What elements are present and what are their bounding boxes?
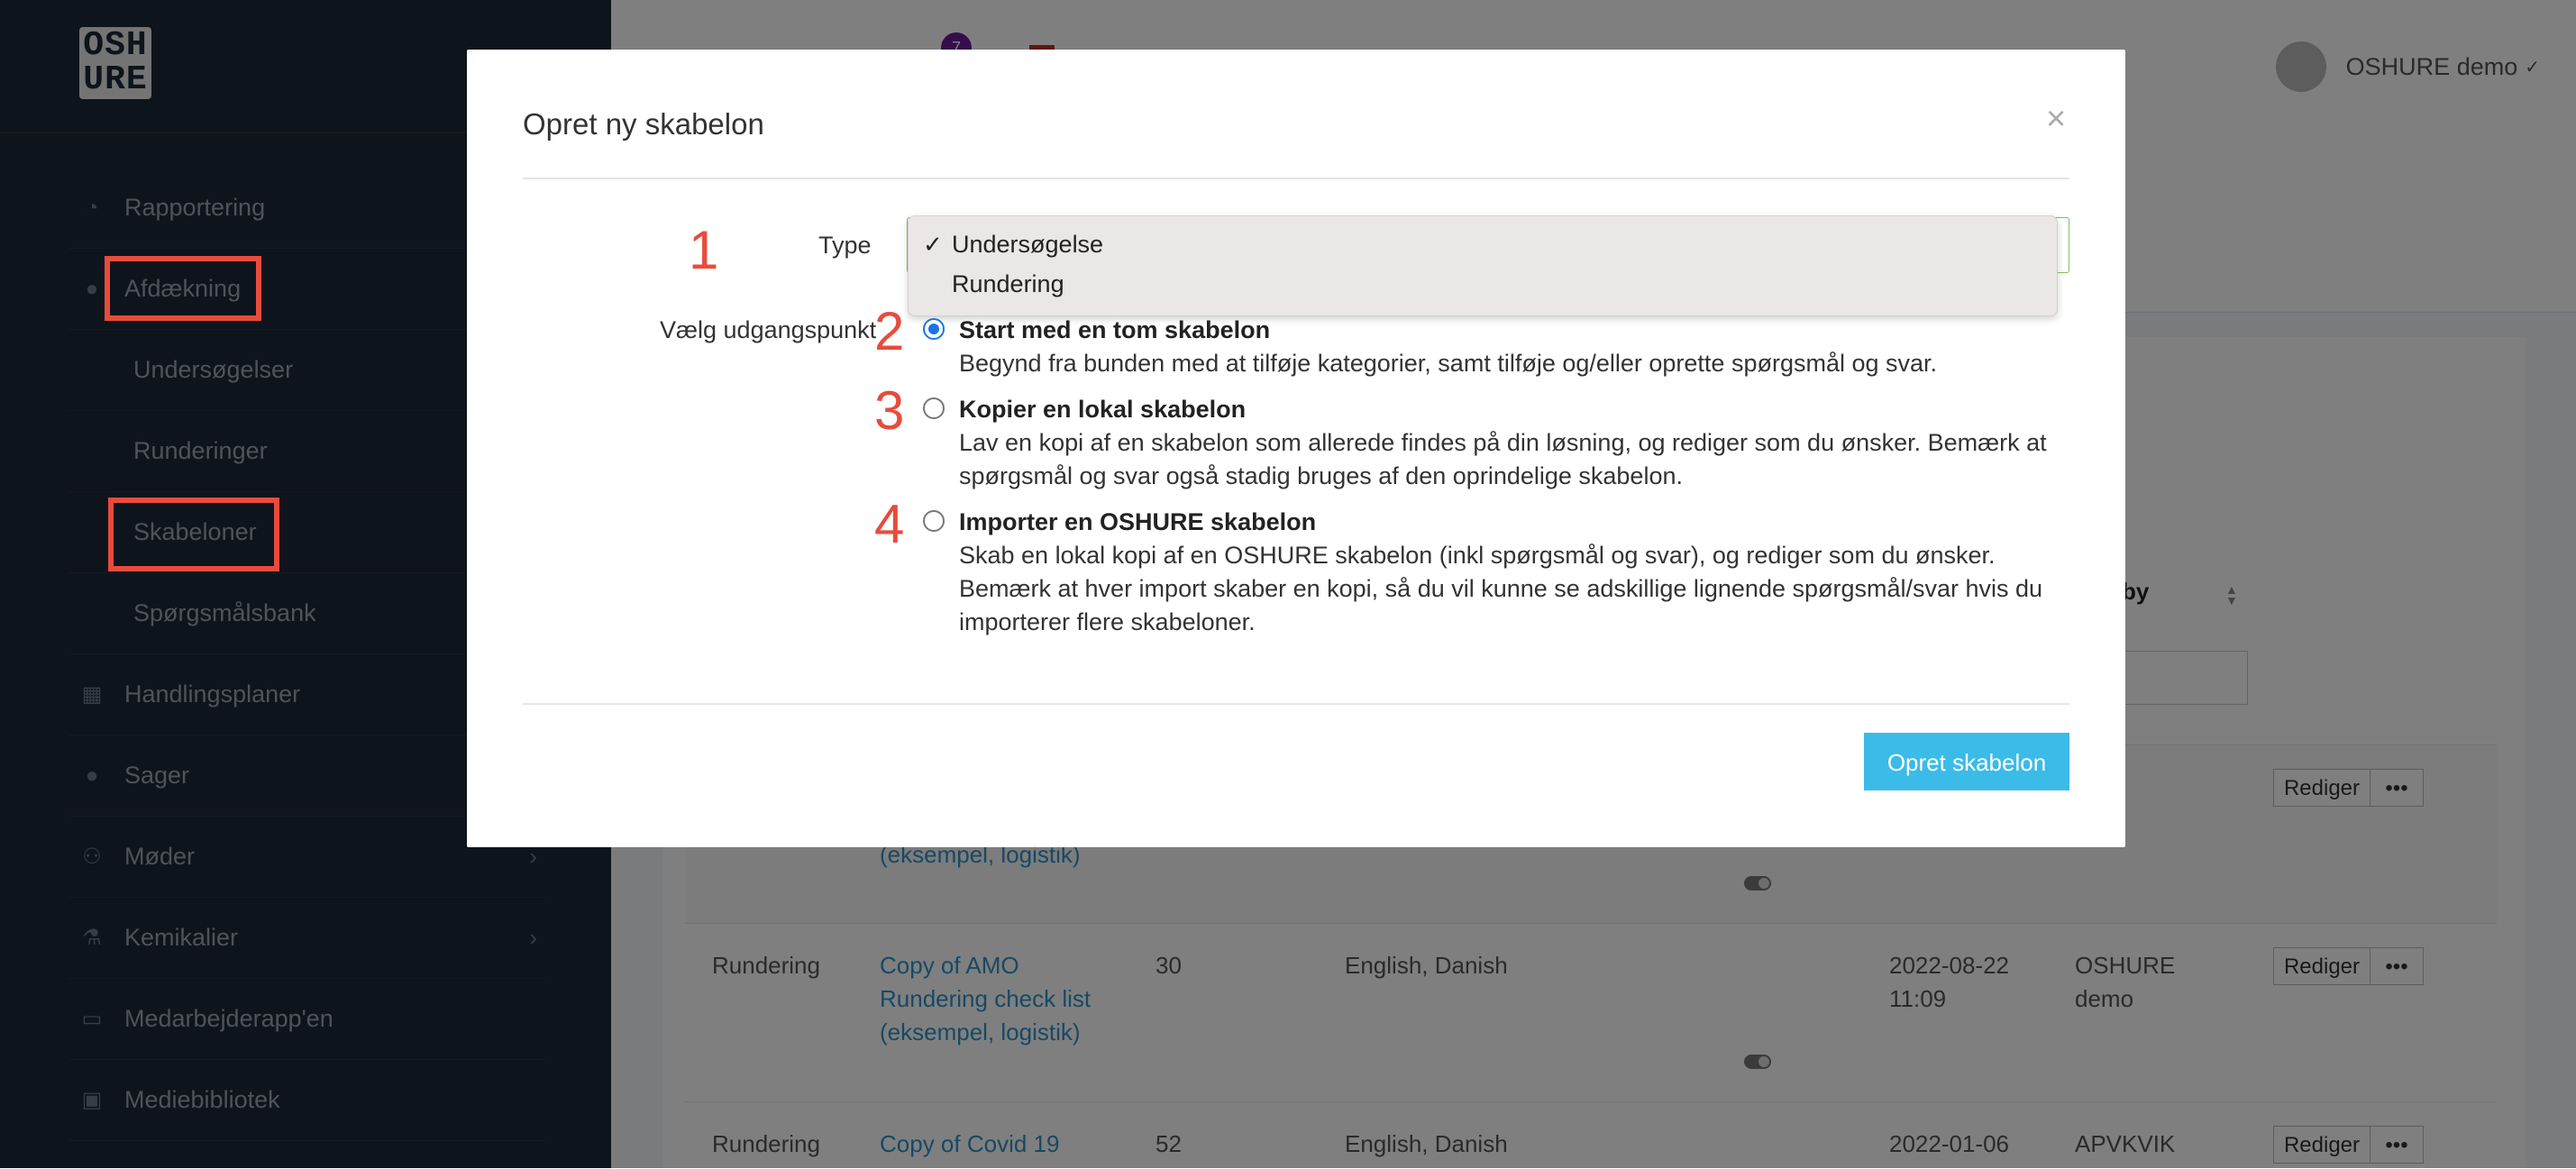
create-template-modal: Opret ny skabelon × 1 Type ⌄ ✓ Undersøge… [467, 50, 2125, 847]
close-icon[interactable]: × [2046, 100, 2066, 139]
type-label: Type [818, 232, 872, 259]
annotation-number-4: 4 [874, 494, 905, 554]
option-title-import-oshure: Importer en OSHURE skabelon [959, 508, 1317, 535]
radio-copy-local-template[interactable] [923, 397, 945, 419]
option-desc-copy-local: Lav en kopi af en skabelon som allerede … [959, 429, 2047, 489]
modal-footer-divider [523, 703, 2069, 705]
check-icon: ✓ [923, 231, 943, 258]
option-title-empty-template: Start med en tom skabelon [959, 316, 1271, 343]
dropdown-option-rundering[interactable]: Rundering [952, 270, 1064, 298]
modal-header-divider [523, 178, 2069, 179]
option-desc-import-oshure: Skab en lokal kopi af en OSHURE skabelon… [959, 542, 2043, 635]
annotation-number-3: 3 [874, 380, 905, 441]
dropdown-option-undersogelse[interactable]: Undersøgelse [952, 231, 1103, 259]
annotation-number-1: 1 [689, 220, 719, 280]
option-desc-empty-template: Begynd fra bunden med at tilføje kategor… [959, 350, 1938, 377]
start-point-label: Vælg udgangspunkt [660, 316, 877, 343]
annotation-highlight-afdaekning [105, 256, 261, 321]
modal-title: Opret ny skabelon [523, 107, 764, 141]
type-dropdown-menu: ✓ Undersøgelse Rundering [908, 215, 2058, 316]
radio-import-oshure-template[interactable] [923, 510, 945, 532]
option-title-copy-local: Kopier en lokal skabelon [959, 396, 1247, 423]
annotation-highlight-skabeloner [108, 498, 279, 571]
annotation-number-2: 2 [874, 301, 905, 361]
radio-empty-template[interactable] [923, 318, 945, 340]
create-template-button[interactable]: Opret skabelon [1864, 733, 2069, 790]
